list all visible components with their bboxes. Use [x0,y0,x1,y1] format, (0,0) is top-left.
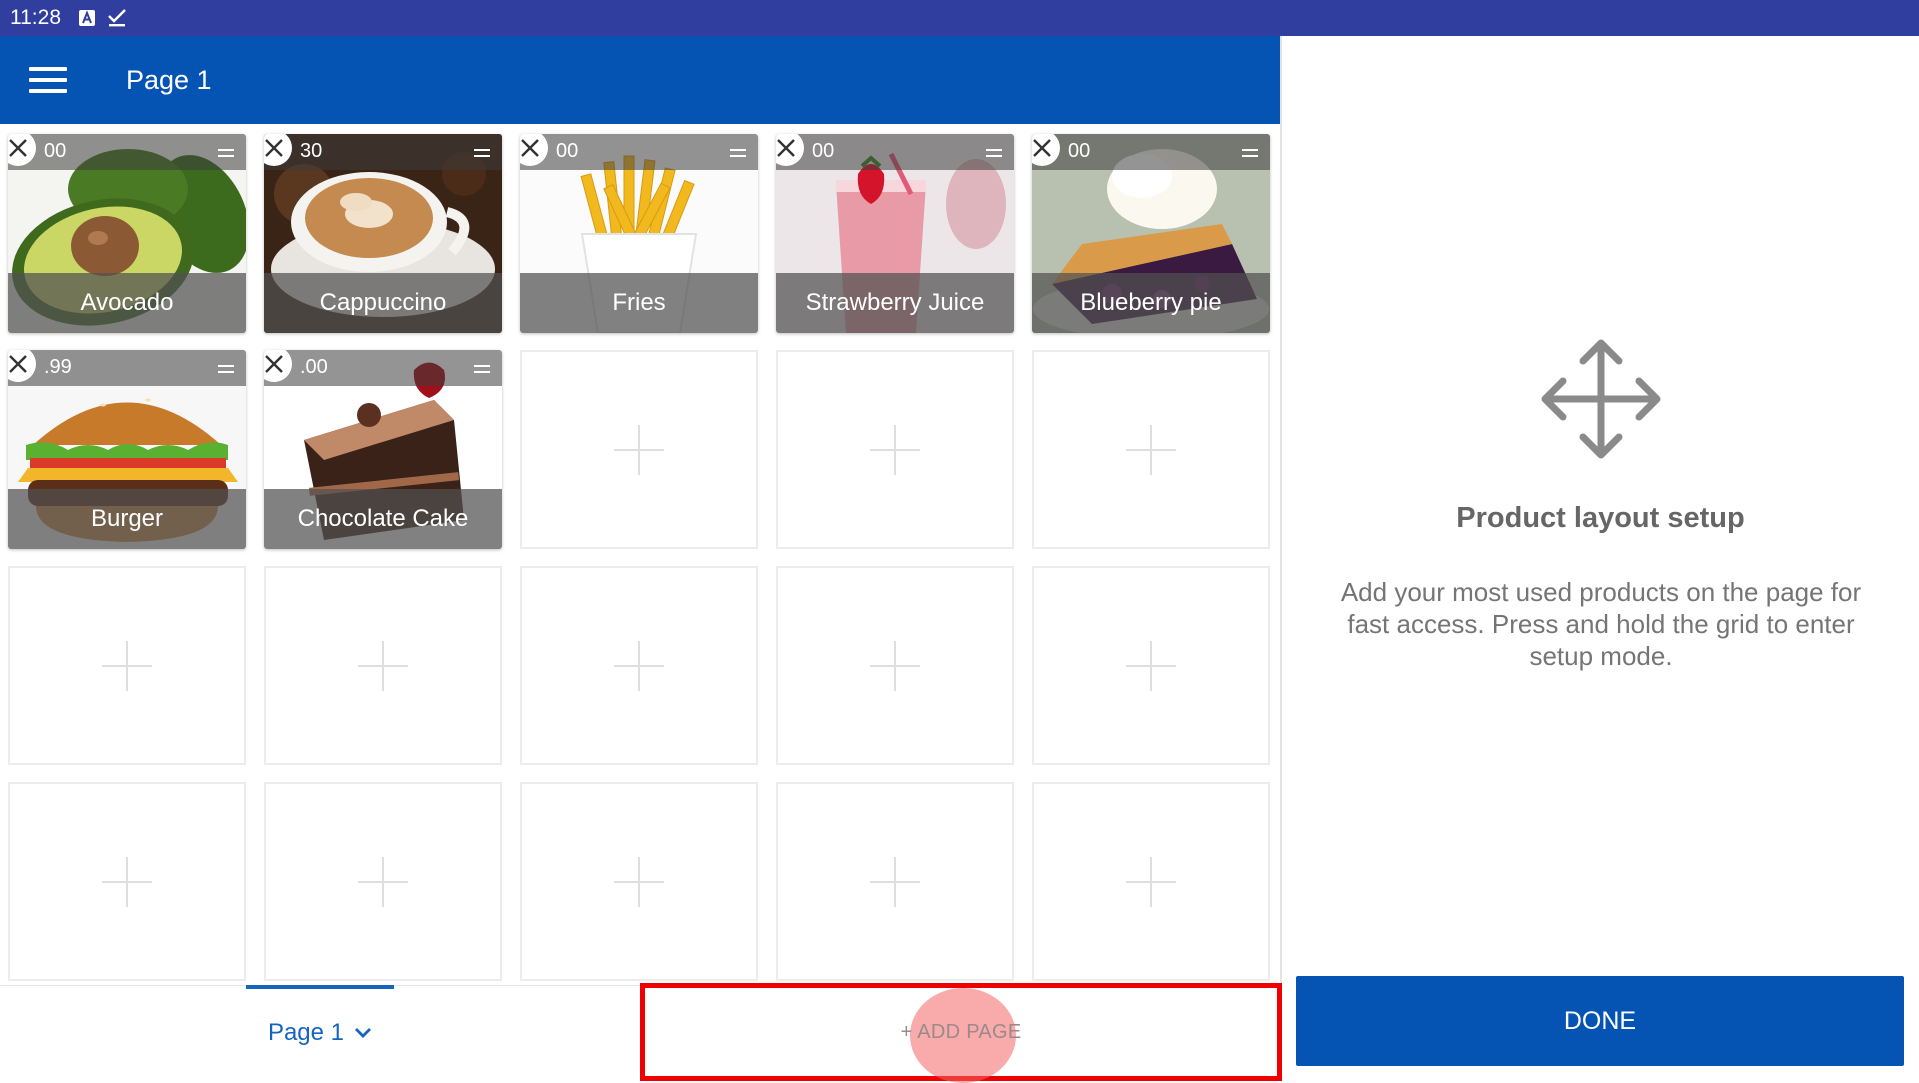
status-bar: 11:28 [0,0,1919,36]
plus-icon [102,856,152,907]
close-icon [265,355,283,373]
menu-icon[interactable] [29,67,67,93]
product-name: Burger [8,489,246,549]
empty-slot[interactable] [264,566,502,765]
page-title: Page 1 [126,64,212,95]
plus-icon [358,856,408,907]
empty-slot[interactable] [1032,566,1270,765]
drag-handle-icon[interactable] [218,149,234,157]
drag-handle-icon[interactable] [986,149,1002,157]
plus-icon [870,424,920,475]
empty-slot[interactable] [520,782,758,981]
close-icon [521,139,539,157]
close-icon [1033,139,1051,157]
setup-panel: Product layout setup Add your most used … [1282,36,1919,1079]
tab-page-1[interactable]: Page 1 [246,985,394,1075]
move-arrows-icon [1541,339,1661,459]
setup-title: Product layout setup [1456,502,1745,534]
product-grid[interactable]: 00 Avocado 30 Cappuccino 00 Fries 00 Str… [8,134,1270,981]
product-tile-strawberry-juice[interactable]: 00 Strawberry Juice [776,134,1014,333]
drag-handle-icon[interactable] [1242,149,1258,157]
product-topbar: .00 [264,350,502,386]
plus-icon [1126,424,1176,475]
product-name: Fries [520,273,758,333]
empty-slot[interactable] [1032,782,1270,981]
product-price: 00 [44,140,67,162]
page-tab-label: Page 1 [267,1019,345,1046]
bottom-bar: Page 1 + ADD PAGE [0,983,1282,1083]
product-price: 30 [300,140,323,162]
product-tile-burger[interactable]: .99 Burger [8,350,246,549]
done-button[interactable]: DONE [1296,976,1904,1066]
plus-icon [1126,640,1176,691]
empty-slot[interactable] [520,566,758,765]
plus-icon [102,640,152,691]
empty-slot[interactable] [520,350,758,549]
add-page-button[interactable]: + ADD PAGE [640,983,1282,1083]
plus-icon [870,856,920,907]
empty-slot[interactable] [776,350,1014,549]
close-icon [9,355,27,373]
plus-icon [614,640,664,691]
tab-indicator [246,985,394,989]
drag-handle-icon[interactable] [730,149,746,157]
product-price: 00 [556,140,579,162]
product-topbar: 00 [1032,134,1270,170]
plus-icon [358,640,408,691]
keyboard-a-icon [79,10,95,26]
empty-slot[interactable] [776,782,1014,981]
chevron-down-icon [354,1027,372,1039]
product-tile-blueberry-pie[interactable]: 00 Blueberry pie [1032,134,1270,333]
product-name: Chocolate Cake [264,489,502,549]
product-name: Blueberry pie [1032,273,1270,333]
plus-icon [614,424,664,475]
product-price: .00 [300,356,328,378]
product-topbar: 00 [520,134,758,170]
empty-slot[interactable] [8,566,246,765]
close-icon [777,139,795,157]
plus-icon [870,640,920,691]
product-topbar: 30 [264,134,502,170]
empty-slot[interactable] [264,782,502,981]
product-tile-chocolate-cake[interactable]: .00 Chocolate Cake [264,350,502,549]
add-page-label: + ADD PAGE [900,1020,1022,1043]
plus-icon [614,856,664,907]
app-bar: Page 1 [0,36,1280,124]
drag-handle-icon[interactable] [474,149,490,157]
product-price: 00 [812,140,835,162]
checkmark-icon [107,9,127,27]
empty-slot[interactable] [776,566,1014,765]
product-topbar: 00 [776,134,1014,170]
empty-slot[interactable] [1032,350,1270,549]
product-topbar: .99 [8,350,246,386]
plus-icon [1126,856,1176,907]
product-tile-cappuccino[interactable]: 30 Cappuccino [264,134,502,333]
product-tile-avocado[interactable]: 00 Avocado [8,134,246,333]
empty-slot[interactable] [8,782,246,981]
setup-description: Add your most used products on the page … [1340,577,1862,671]
product-topbar: 00 [8,134,246,170]
close-icon [9,139,27,157]
product-price: 00 [1068,140,1091,162]
product-tile-fries[interactable]: 00 Fries [520,134,758,333]
close-icon [265,139,283,157]
product-price: .99 [44,356,72,378]
drag-handle-icon[interactable] [218,365,234,373]
product-name: Strawberry Juice [776,273,1014,333]
product-name: Avocado [8,273,246,333]
status-time: 11:28 [10,6,61,29]
drag-handle-icon[interactable] [474,365,490,373]
product-name: Cappuccino [264,273,502,333]
